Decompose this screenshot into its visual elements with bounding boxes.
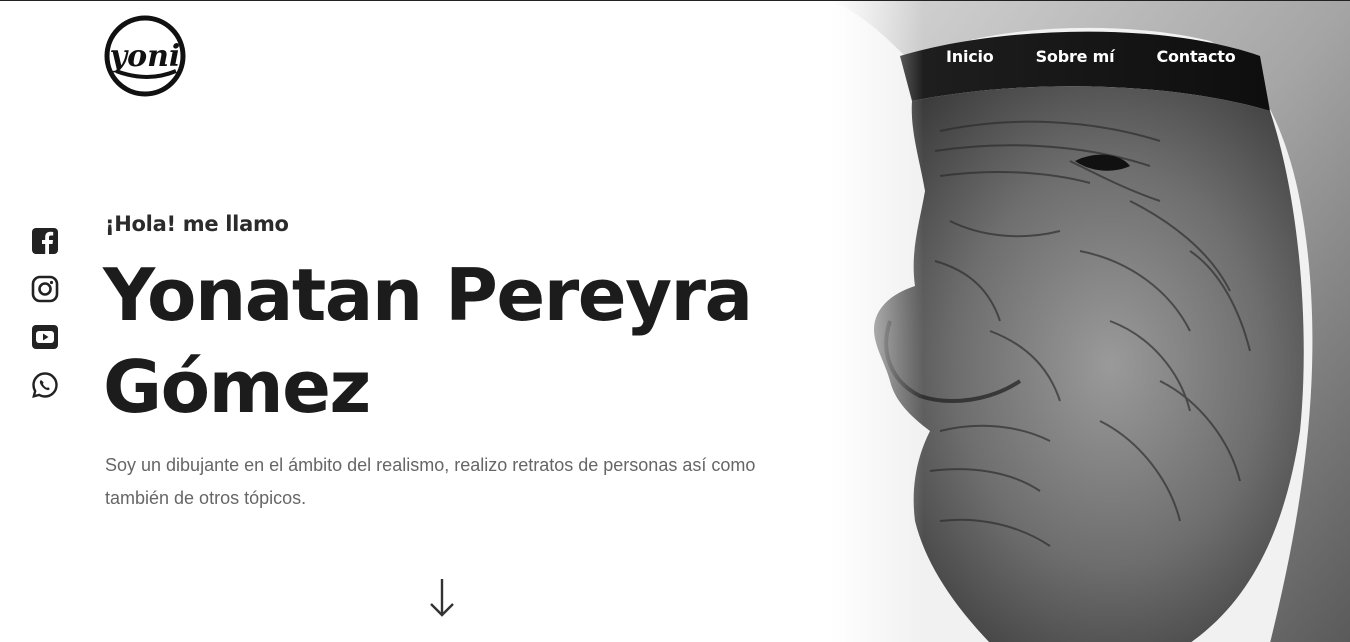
main-nav: Inicio Sobre mí Contacto xyxy=(946,47,1236,66)
portrait-drawing xyxy=(830,1,1350,642)
logo-text: yoni xyxy=(109,39,181,74)
facebook-icon[interactable] xyxy=(31,227,59,255)
social-links xyxy=(31,227,59,399)
nav-inicio[interactable]: Inicio xyxy=(946,47,994,66)
site-logo[interactable]: yoni xyxy=(102,13,188,99)
youtube-icon[interactable] xyxy=(31,323,59,351)
arrow-down-icon[interactable] xyxy=(428,577,456,619)
hero-intro: Soy un dibujante en el ámbito del realis… xyxy=(105,455,756,508)
hero-name: Yonatan Pereyra Gómez xyxy=(103,253,753,429)
nav-contacto[interactable]: Contacto xyxy=(1156,47,1235,66)
instagram-icon[interactable] xyxy=(31,275,59,303)
nav-sobre-mi[interactable]: Sobre mí xyxy=(1036,47,1115,66)
whatsapp-icon[interactable] xyxy=(31,371,59,399)
hero-greeting: ¡Hola! me llamo xyxy=(105,212,289,236)
hero-page: yoni Inicio Sobre mí Contacto ¡Hola! me … xyxy=(0,0,1350,642)
